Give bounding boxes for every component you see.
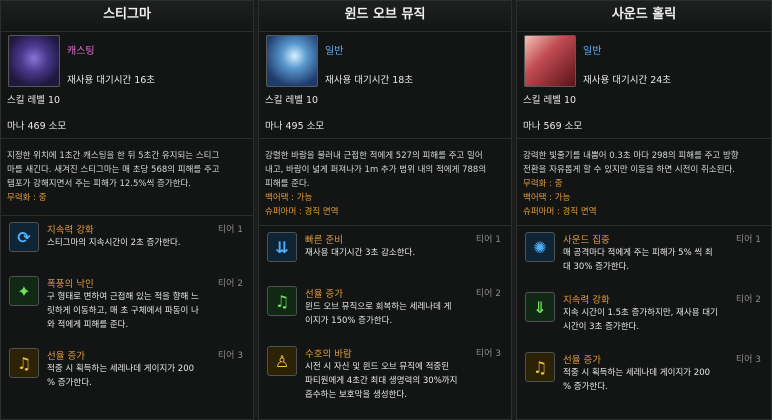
tripod-tier: 티어 2 [735,295,761,305]
music-note-icon: ♫ [525,352,555,382]
skill-title: 스티그마 [1,1,253,32]
music-note-icon: ♫ [267,286,297,316]
tripod-row: ♫ 선율 증가 티어 2 윈드 오브 뮤직으로 회복하는 세레나데 게 이지가 … [259,280,511,340]
tripod-desc: 흡수하는 보호막을 생성한다. [305,390,407,400]
skill-description-line: 템포가 강해지면서 주는 피해가 12.5%씩 증가한다. [7,179,191,189]
skill-level: 스킬 레벨 10 [7,95,61,106]
stigma-skill-icon [8,35,60,87]
tripod-tier: 티어 3 [735,355,761,365]
tripod-row: ⇓ 지속력 강화 티어 2 지속 시간이 1.5초 증가하지만, 재사용 대기 … [517,286,771,346]
sound-focus-icon: ✺ [525,232,555,262]
mana-cost: 마나 569 소모 [523,121,583,132]
guardian-figure-icon: ♙ [267,346,297,376]
skill-tag: 무력화 : 중 [7,193,47,203]
skill-tag: 백어택 : 가능 [523,193,571,203]
skill-title: 사운드 홀릭 [517,1,771,32]
skill-tag: 무력화 : 중 [523,179,563,189]
tripod-desc: 구 형태로 변하여 근접해 있는 적을 향해 느 [47,292,199,302]
skill-description-line: 강렬한 바람을 불러내 근접한 적에게 527의 피해를 주고 밀어 [265,151,483,161]
tripod-name: 지속력 강화 [563,295,610,306]
storm-brand-icon: ✦ [9,276,39,306]
skill-level: 스킬 레벨 10 [265,95,319,106]
skill-tooltip-wind-of-music: 윈드 오브 뮤직 일반 재사용 대기시간 18초 스킬 레벨 10 마나 495… [258,0,512,420]
tripod-desc: 윈드 오브 뮤직으로 회복하는 세레나데 게 [305,302,452,312]
skill-tag: 슈퍼아머 : 경직 면역 [523,207,597,217]
tripod-row: ⇊ 빠른 준비 티어 1 재사용 대기시간 3초 감소한다. [259,226,511,280]
tripod-row: ✦ 폭풍의 낙인 티어 2 구 형태로 변하여 근접해 있는 적을 향해 느 릿… [1,270,253,342]
skill-tag: 백어택 : 가능 [265,193,313,203]
tripod-name: 수호의 바람 [305,349,352,360]
tripod-row: ♫ 선율 증가 티어 3 적중 시 획득하는 세레나데 게이지가 200 % 증… [517,346,771,400]
cooldown-text: 재사용 대기시간 24초 [583,75,672,86]
skill-type: 일반 [583,46,602,57]
skill-description-line: 지정한 위치에 1초간 캐스팅을 한 뒤 5초간 유지되는 스티그 [7,151,220,161]
tripod-desc: 스티그마의 지속시간이 2초 증가한다. [47,238,181,248]
skill-tooltip-sound-holic: 사운드 홀릭 일반 재사용 대기시간 24초 스킬 레벨 10 마나 569 소… [516,0,772,420]
cooldown-text: 재사용 대기시간 16초 [67,75,156,86]
skill-description-line: 내고, 바람이 넓게 퍼져나가 1m 추가 범위 내의 적에게 788의 [265,165,487,175]
tripod-desc: % 증가한다. [47,378,92,388]
skill-description-line: 마를 새긴다. 새겨진 스티그마는 매 초당 568의 피해를 주고 [7,165,220,175]
tripod-desc: 시전 시 자신 및 윈드 오브 뮤직에 적중된 [305,362,450,372]
tripod-name: 지속력 강화 [47,225,94,236]
tripod-name: 빠른 준비 [305,235,343,246]
mana-cost: 마나 495 소모 [265,121,325,132]
tripod-tier: 티어 1 [217,225,243,235]
tripod-tier: 티어 3 [475,349,501,359]
tripod-name: 선율 증가 [563,355,601,366]
tripod-row: ✺ 사운드 집중 티어 1 매 공격마다 적에게 주는 피해가 5% 씩 최 대… [517,226,771,286]
tripod-desc: 적중 시 획득하는 세레나데 게이지가 200 [563,368,711,378]
tripod-name: 선율 증가 [305,289,343,300]
tripod-desc: 매 공격마다 적에게 주는 피해가 5% 씩 최 [563,248,713,258]
tripod-desc: 지속 시간이 1.5초 증가하지만, 재사용 대기 [563,308,718,318]
skill-type: 일반 [325,46,344,57]
download-arrow-icon: ⇓ [525,292,555,322]
skill-description-line: 강력한 빛줄기를 내뿜어 0.3초 마다 298의 피해를 주고 방향 [523,151,739,161]
tripod-row: ♙ 수호의 바람 티어 3 시전 시 자신 및 윈드 오브 뮤직에 적중된 파티… [259,340,511,400]
tripod-desc: 대 30% 증가한다. [563,262,630,272]
tripod-tier: 티어 3 [217,351,243,361]
wind-of-music-skill-icon [266,35,318,87]
skill-tag: 슈퍼아머 : 경직 면역 [265,207,339,217]
quick-prep-icon: ⇊ [267,232,297,262]
tripod-tier: 티어 2 [475,289,501,299]
mana-cost: 마나 469 소모 [7,121,67,132]
skill-description-line: 피해를 준다. [265,179,310,189]
tripod-desc: 적중 시 획득하는 세레나데 게이지가 200 [47,364,195,374]
tripod-row: ♫ 선율 증가 티어 3 적중 시 획득하는 세레나데 게이지가 200 % 증… [1,342,253,396]
tripod-tier: 티어 1 [735,235,761,245]
skill-type: 캐스팅 [67,46,95,57]
tripod-name: 폭풍의 낙인 [47,279,94,290]
tripod-desc: % 증가한다. [563,382,608,392]
tripod-row: ⟳ 지속력 강화 티어 1 스티그마의 지속시간이 2초 증가한다. [1,216,253,270]
music-note-icon: ♫ [9,348,39,378]
skill-level: 스킬 레벨 10 [523,95,577,106]
tripod-desc: 재사용 대기시간 3초 감소한다. [305,248,416,258]
tripod-tier: 티어 2 [217,279,243,289]
sound-holic-skill-icon [524,35,576,87]
skill-title: 윈드 오브 뮤직 [259,1,511,32]
tripod-desc: 릿하게 이동하고, 매 초 구체에서 파동이 나 [47,306,199,316]
skill-description-line: 전환을 자유롭게 할 수 있지만 이동을 하면 시전이 취소된다. [523,165,735,175]
cooldown-text: 재사용 대기시간 18초 [325,75,414,86]
tripod-desc: 파티원에게 4초간 최대 생명력의 30%까지 [305,376,458,386]
hourglass-arrow-icon: ⟳ [9,222,39,252]
tripod-desc: 와 적에게 피해를 준다. [47,320,129,330]
tripod-desc: 이지가 150% 증가한다. [305,316,393,326]
tripod-name: 선율 증가 [47,351,85,362]
tripod-tier: 티어 1 [475,235,501,245]
skill-tooltip-stigma: 스티그마 캐스팅 재사용 대기시간 16초 스킬 레벨 10 마나 469 소모… [0,0,254,420]
tripod-name: 사운드 집중 [563,235,610,246]
tripod-desc: 시간이 3초 증가한다. [563,322,640,332]
